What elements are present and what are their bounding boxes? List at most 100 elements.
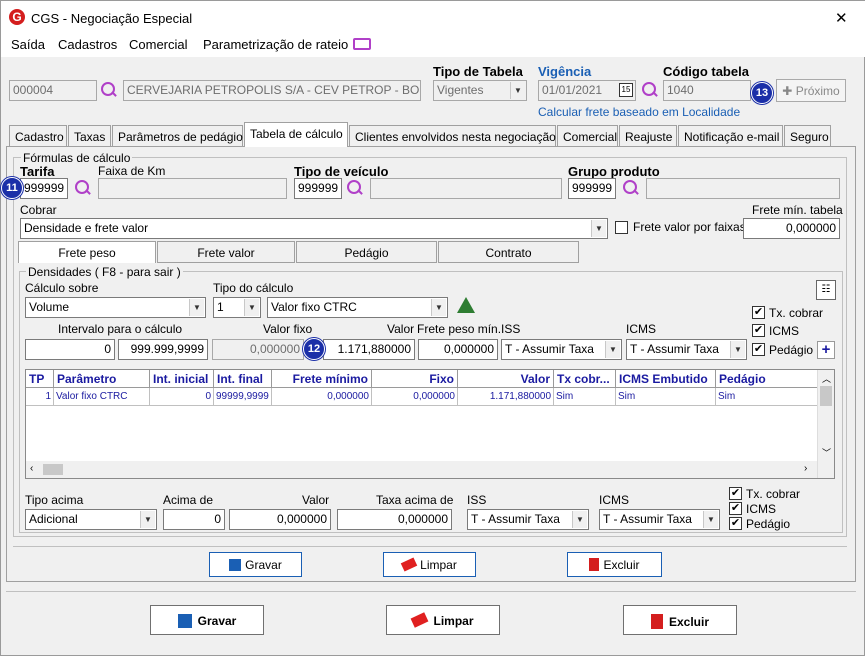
scroll-left-icon[interactable]: ‹	[30, 463, 33, 474]
formula-icon[interactable]	[457, 297, 475, 313]
close-icon[interactable]: ✕	[835, 9, 848, 27]
intervalo-to-field[interactable]: 999.999,9999	[118, 339, 208, 360]
search-icon[interactable]	[641, 81, 659, 99]
window-title: CGS - Negociação Especial	[31, 11, 193, 26]
tab-taxas[interactable]: Taxas	[68, 125, 111, 147]
tab-parametros-pedagio[interactable]: Parâmetros de pedágio	[112, 125, 243, 147]
acima-valor-field[interactable]: 0,000000	[229, 509, 331, 530]
calculo-sobre-select[interactable]: Volume ▼	[25, 297, 206, 318]
inner-limpar-button[interactable]: Limpar	[383, 552, 476, 577]
col-int-final[interactable]: Int. final	[214, 370, 272, 388]
icms-checkbox[interactable]: ✔	[752, 324, 765, 337]
table-cell[interactable]: Valor fixo CTRC	[54, 388, 150, 406]
col-tp[interactable]: TP	[26, 370, 54, 388]
vertical-scrollbar[interactable]: ︿ ﹀	[817, 370, 834, 478]
col-icms-embutido[interactable]: ICMS Embutido	[616, 370, 716, 388]
col-fixo[interactable]: Fixo	[372, 370, 458, 388]
subtab-contrato[interactable]: Contrato	[438, 241, 579, 263]
inner-gravar-button[interactable]: Gravar	[209, 552, 302, 577]
table-row[interactable]: 1	[26, 388, 54, 406]
vigencia-date-field[interactable]: 01/01/2021 15	[538, 80, 636, 101]
tipo-calculo-label: Tipo do cálculo	[213, 281, 294, 295]
col-parametro[interactable]: Parâmetro	[54, 370, 150, 388]
tipo-veiculo-field[interactable]: 999999	[294, 178, 342, 199]
tab-cadastro[interactable]: Cadastro	[9, 125, 67, 147]
codigo-tabela-label: Código tabela	[663, 64, 749, 79]
menu-comercial[interactable]: Comercial	[129, 37, 188, 52]
scroll-thumb[interactable]	[820, 386, 832, 406]
table-cell[interactable]: Sim	[554, 388, 616, 406]
intervalo-from-field[interactable]: 0	[25, 339, 115, 360]
tab-clientes[interactable]: Clientes envolvidos nesta negociação	[349, 125, 556, 147]
scroll-hthumb[interactable]	[43, 464, 63, 475]
add-icon[interactable]: +	[817, 341, 835, 359]
densidades-table[interactable]: TP Parâmetro Int. inicial Int. final Fre…	[25, 369, 835, 479]
frete-peso-min-field[interactable]: 0,000000	[418, 339, 498, 360]
col-int-inicial[interactable]: Int. inicial	[150, 370, 214, 388]
acima-iss-select[interactable]: T - Assumir Taxa ▼	[467, 509, 589, 530]
gravar-button[interactable]: Gravar	[150, 605, 264, 635]
grupo-produto-field[interactable]: 999999	[568, 178, 616, 199]
inner-excluir-button[interactable]: Excluir	[567, 552, 662, 577]
proximo-button[interactable]: ✚ Próximo	[776, 79, 846, 102]
table-cell[interactable]: Sim	[716, 388, 817, 406]
acima-iss-label: ISS	[467, 493, 487, 507]
subtab-frete-valor[interactable]: Frete valor	[157, 241, 295, 263]
search-icon[interactable]	[346, 179, 364, 197]
tab-tabela-calculo[interactable]: Tabela de cálculo	[244, 122, 348, 147]
col-tx-cobrar[interactable]: Tx cobr...	[554, 370, 616, 388]
menu-cadastros[interactable]: Cadastros	[58, 37, 117, 52]
pedagio-checkbox[interactable]: ✔	[752, 343, 765, 356]
table-cell[interactable]: Sim	[616, 388, 716, 406]
tab-seguro[interactable]: Seguro	[784, 125, 831, 147]
menu-parametrizacao[interactable]: Parametrização de rateio	[203, 37, 348, 52]
monitor-icon[interactable]	[353, 38, 371, 50]
acima-tx-cobrar-checkbox[interactable]: ✔	[729, 487, 742, 500]
limpar-button[interactable]: Limpar	[386, 605, 500, 635]
horizontal-scrollbar[interactable]: ‹ ›	[26, 461, 817, 478]
excluir-button[interactable]: Excluir	[623, 605, 737, 635]
tx-cobrar-checkbox[interactable]: ✔	[752, 306, 765, 319]
calc-link[interactable]: Calcular frete baseado em Localidade	[538, 105, 740, 119]
search-icon[interactable]	[622, 179, 640, 197]
tipo-tabela-select[interactable]: Vigentes ▼	[433, 80, 527, 101]
search-icon[interactable]	[74, 179, 92, 197]
tree-icon[interactable]: ☷	[816, 280, 836, 300]
icms-select[interactable]: T - Assumir Taxa ▼	[626, 339, 747, 360]
iss-select[interactable]: T - Assumir Taxa ▼	[501, 339, 622, 360]
table-cell[interactable]: 99999,9999	[214, 388, 272, 406]
tarifa-field[interactable]: 999999	[20, 178, 68, 199]
table-cell[interactable]: 1.171,880000	[458, 388, 554, 406]
tab-comercial[interactable]: Comercial	[557, 125, 618, 147]
cobrar-select[interactable]: Densidade e frete valor ▼	[20, 218, 608, 239]
tipo-calculo-select[interactable]: Valor fixo CTRC ▼	[267, 297, 448, 318]
subtab-pedagio[interactable]: Pedágio	[296, 241, 437, 263]
subtab-frete-peso[interactable]: Frete peso	[18, 241, 156, 263]
scroll-right-icon[interactable]: ›	[804, 463, 807, 474]
col-frete-minimo[interactable]: Frete mínimo	[272, 370, 372, 388]
acima-de-field[interactable]: 0	[163, 509, 225, 530]
acima-icms-checkbox[interactable]: ✔	[729, 502, 742, 515]
search-icon[interactable]	[100, 81, 118, 99]
scroll-down-icon[interactable]: ﹀	[822, 446, 831, 459]
tab-reajuste[interactable]: Reajuste	[619, 125, 677, 147]
plus-icon: ✚	[782, 84, 796, 98]
taxa-acima-field[interactable]: 0,000000	[337, 509, 452, 530]
col-pedagio[interactable]: Pedágio	[716, 370, 817, 388]
table-cell[interactable]: 0,000000	[372, 388, 458, 406]
table-cell[interactable]: 0	[150, 388, 214, 406]
tipo-calculo-num-select[interactable]: 1 ▼	[213, 297, 261, 318]
menu-saida[interactable]: Saída	[11, 37, 45, 52]
acima-icms-select[interactable]: T - Assumir Taxa ▼	[599, 509, 720, 530]
col-valor[interactable]: Valor	[458, 370, 554, 388]
frete-min-tabela-field[interactable]: 0,000000	[743, 218, 840, 239]
acima-pedagio-checkbox[interactable]: ✔	[729, 517, 742, 530]
calendar-icon[interactable]: 15	[619, 83, 633, 97]
frete-faixas-checkbox[interactable]	[615, 221, 628, 234]
frete-min-tabela-label: Frete mín. tabela	[752, 203, 843, 217]
tab-notificacao[interactable]: Notificação e-mail	[678, 125, 783, 147]
table-cell[interactable]: 0,000000	[272, 388, 372, 406]
scroll-up-icon[interactable]: ︿	[822, 372, 831, 385]
tipo-acima-select[interactable]: Adicional ▼	[25, 509, 157, 530]
valor-field[interactable]: 1.171,880000	[323, 339, 415, 360]
